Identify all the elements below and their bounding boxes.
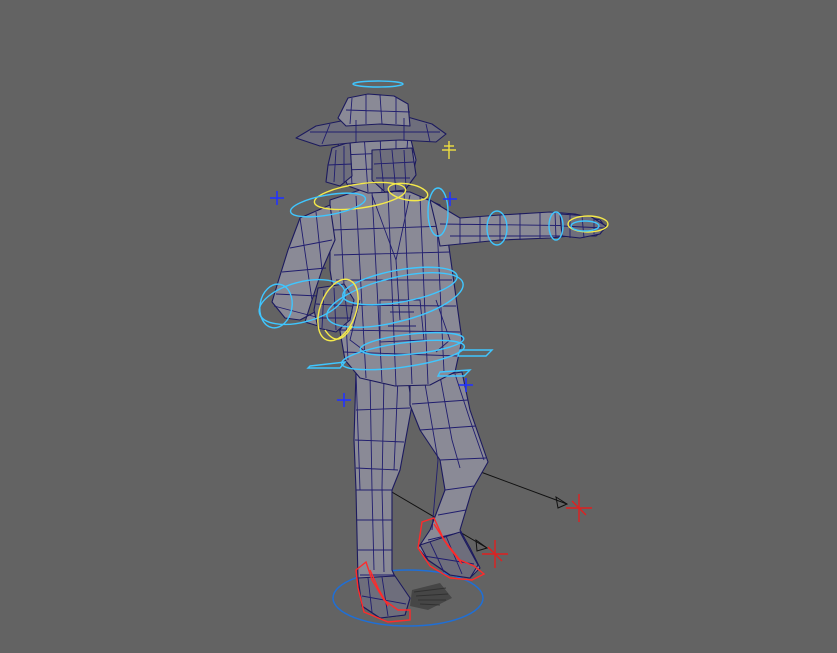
viewport-panel[interactable] (0, 0, 837, 653)
3d-scene[interactable] (0, 0, 837, 653)
